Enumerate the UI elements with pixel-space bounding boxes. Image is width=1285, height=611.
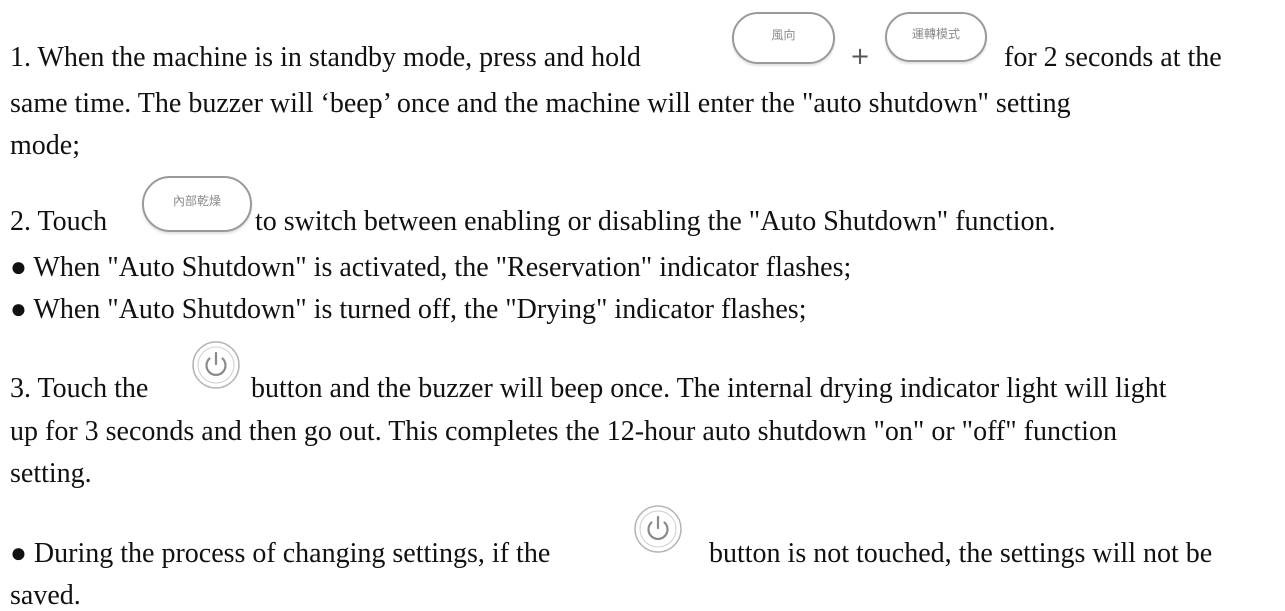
internal-drying-label: 內部乾燥 — [172, 193, 221, 208]
note-text-after: button is not touched, the settings will… — [709, 538, 1213, 569]
wind-direction-label: 風向 — [771, 27, 796, 42]
note-line2: saved. — [10, 580, 81, 611]
wind-direction-button[interactable]: 風向 — [732, 12, 835, 64]
step3-text-after: button and the buzzer will beep once. Th… — [251, 373, 1167, 404]
operation-mode-label: 運轉模式 — [911, 26, 960, 41]
step3-line2: up for 3 seconds and then go out. This c… — [10, 416, 1117, 447]
plus-sign: + — [850, 42, 871, 70]
note-text-before: ● During the process of changing setting… — [10, 538, 551, 569]
step2-bullet2: ● When "Auto Shutdown" is turned off, th… — [10, 294, 807, 325]
operation-mode-button[interactable]: 運轉模式 — [885, 12, 987, 62]
step1-text-after: for 2 seconds at the — [1004, 42, 1222, 73]
step3-line3: setting. — [10, 458, 92, 489]
internal-drying-button[interactable]: 內部乾燥 — [142, 176, 252, 232]
step1-line3: mode; — [10, 130, 80, 161]
step3-text-before: 3. Touch the — [10, 373, 149, 404]
step1-text-before: 1. When the machine is in standby mode, … — [10, 42, 641, 73]
step2-text-before: 2. Touch — [10, 206, 108, 237]
step2-bullet1: ● When "Auto Shutdown" is activated, the… — [10, 252, 852, 283]
power-icon[interactable] — [632, 504, 684, 556]
step2-text-after: to switch between enabling or disabling … — [255, 206, 1056, 237]
step1-line2: same time. The buzzer will ‘beep’ once a… — [10, 88, 1071, 119]
power-icon[interactable] — [190, 340, 242, 392]
